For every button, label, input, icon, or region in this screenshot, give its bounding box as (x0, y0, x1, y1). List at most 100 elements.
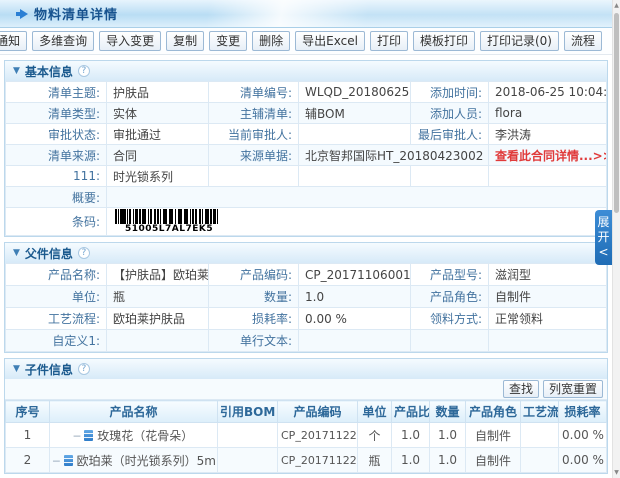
cell-ratio: 1.0 (392, 423, 430, 448)
cell-process (521, 448, 559, 473)
change-button[interactable]: 变更 (209, 31, 247, 51)
find-button[interactable]: 查找 (503, 380, 539, 398)
parent-info-title: 父件信息 (25, 245, 73, 262)
field-label: 清单来源: (6, 145, 107, 166)
collapse-triangle-icon: ▼ (13, 248, 20, 258)
child-grid-toolbar: 查找 列宽重置 (5, 379, 607, 400)
barcode-image (115, 209, 219, 224)
col-header-loss[interactable]: 损耗率 (559, 401, 607, 423)
grid-header-row: 序号 产品名称 引用BOM 产品编码 单位 产品比例 数量 产品角色 工艺流程 … (6, 401, 607, 423)
scroll-up-icon[interactable]: ▲ (613, 2, 620, 9)
col-header-product-name[interactable]: 产品名称 (50, 401, 218, 423)
field-label: 损耗率: (209, 308, 299, 330)
child-item-row[interactable]: 1 ─玫瑰花（花骨朵） CP_20171122004 个 1.0 1.0 自制件… (6, 423, 607, 448)
import-change-button[interactable]: 导入变更 (99, 31, 161, 51)
parent-info-header[interactable]: ▼ 父件信息 ? (5, 243, 607, 263)
field-label: 审批状态: (6, 124, 107, 145)
product-name-text: 玫瑰花（花骨朵） (97, 429, 193, 443)
help-icon[interactable]: ? (78, 247, 90, 259)
field-label: 主辅清单: (209, 103, 299, 124)
cell-role: 自制件 (466, 423, 521, 448)
chevron-left-icon: < (598, 245, 608, 260)
print-record-button[interactable]: 打印记录(0) (480, 31, 559, 51)
table-row: 单位: 瓶 数量: 1.0 产品角色: 自制件 (6, 286, 607, 308)
field-label: 单位: (6, 286, 107, 308)
product-name-text: 欧珀莱（时光锁系列）5ml (77, 454, 218, 468)
col-header-role[interactable]: 产品角色 (466, 401, 521, 423)
template-print-button[interactable]: 模板打印 (413, 31, 475, 51)
field-label: 产品型号: (411, 264, 489, 286)
field-value (299, 166, 411, 187)
basic-info-table: 清单主题: 护肤品 清单编号: WLQD_20180625001 添加时间: 2… (5, 81, 607, 236)
field-label: 概要: (6, 187, 107, 208)
contract-detail-cell: 查看此合同详情...>>> (489, 145, 607, 166)
table-row: 清单类型: 实体 主辅清单: 辅BOM 添加人员: flora (6, 103, 607, 124)
col-header-qty[interactable]: 数量 (430, 401, 466, 423)
col-header-ref-bom[interactable]: 引用BOM (218, 401, 278, 423)
field-label: 产品名称: (6, 264, 107, 286)
notify-button[interactable]: 通知 (0, 31, 27, 51)
field-value: 北京智邦国际HT_20180423002 (299, 145, 489, 166)
field-value (489, 166, 607, 187)
field-label (411, 166, 489, 187)
field-value: 2018-06-25 10:04:37 (489, 82, 607, 103)
field-label: 111: (6, 166, 107, 187)
child-item-row[interactable]: 2 ─欧珀莱（时光锁系列）5ml CP_20171122009 瓶 1.0 1.… (6, 448, 607, 473)
help-icon[interactable]: ? (78, 65, 90, 77)
barcode-text: 51005L7AL7EK5 (125, 224, 600, 234)
print-button[interactable]: 打印 (370, 31, 408, 51)
cell-ref-bom (218, 423, 278, 448)
page-content: 物料清单详情 通知 多维查询 导入变更 复制 变更 删除 导出Excel 打印 … (0, 0, 612, 474)
cell-product-name: ─ 玫瑰花（花骨朵） (50, 423, 218, 448)
field-value: 正常领料 (489, 308, 607, 330)
scrollbar-thumb[interactable] (614, 13, 619, 213)
col-header-process[interactable]: 工艺流程 (521, 401, 559, 423)
cell-no: 2 (6, 448, 50, 473)
title-bar: 物料清单详情 (0, 0, 612, 28)
parent-info-table: 产品名称: 【护肤品】欧珀莱（时光锁系列）100ml 产品编码: CP_2017… (5, 263, 607, 352)
expand-tab-label: 展开 (597, 215, 610, 245)
col-header-product-code[interactable]: 产品编码 (278, 401, 358, 423)
cell-process (521, 423, 559, 448)
cell-no: 1 (6, 423, 50, 448)
main-toolbar: 通知 多维查询 导入变更 复制 变更 删除 导出Excel 打印 模板打印 打印… (0, 28, 612, 55)
multi-query-button[interactable]: 多维查询 (32, 31, 94, 51)
arrow-right-icon (20, 9, 28, 19)
expand-panel-tab[interactable]: 展开 < (595, 210, 612, 265)
field-value: 0.00 % (299, 308, 411, 330)
table-row: 清单来源: 合同 来源单据: 北京智邦国际HT_20180423002 查看此合… (6, 145, 607, 166)
basic-info-header[interactable]: ▼ 基本信息 ? (5, 61, 607, 81)
col-header-unit[interactable]: 单位 (358, 401, 392, 423)
delete-button[interactable]: 删除 (252, 31, 290, 51)
table-row: 清单主题: 护肤品 清单编号: WLQD_20180625001 添加时间: 2… (6, 82, 607, 103)
field-value: 时光锁系列 (107, 166, 209, 187)
reset-column-width-button[interactable]: 列宽重置 (543, 380, 603, 398)
col-header-no[interactable]: 序号 (6, 401, 50, 423)
export-excel-button[interactable]: 导出Excel (295, 31, 365, 51)
table-row: 产品名称: 【护肤品】欧珀莱（时光锁系列）100ml 产品编码: CP_2017… (6, 264, 607, 286)
scroll-down-icon[interactable]: ▼ (613, 469, 620, 476)
cell-product-code: CP_20171122004 (278, 423, 358, 448)
help-icon[interactable]: ? (78, 363, 90, 375)
child-info-title: 子件信息 (25, 361, 73, 378)
field-label: 单行文本: (209, 330, 299, 352)
col-header-ratio[interactable]: 产品比例 (392, 401, 430, 423)
field-value: 瓶 (107, 286, 209, 308)
table-row: 111: 时光锁系列 (6, 166, 607, 187)
field-value: 自制件 (489, 286, 607, 308)
cell-ref-bom (218, 448, 278, 473)
child-info-header[interactable]: ▼ 子件信息 ? (5, 359, 607, 379)
table-row: 工艺流程: 欧珀莱护肤品 损耗率: 0.00 % 领料方式: 正常领料 (6, 308, 607, 330)
field-label: 当前审批人: (209, 124, 299, 145)
field-value: flora (489, 103, 607, 124)
view-contract-link[interactable]: 查看此合同详情...>>> (495, 149, 607, 163)
field-value: 1.0 (299, 286, 411, 308)
tree-branch-icon: ─ (74, 430, 81, 443)
field-value: 实体 (107, 103, 209, 124)
basic-info-title: 基本信息 (25, 63, 73, 80)
vertical-scrollbar[interactable]: ▲ ▼ (612, 0, 620, 478)
cell-qty: 1.0 (430, 448, 466, 473)
field-label: 产品角色: (411, 286, 489, 308)
workflow-button[interactable]: 流程 (564, 31, 602, 51)
copy-button[interactable]: 复制 (166, 31, 204, 51)
